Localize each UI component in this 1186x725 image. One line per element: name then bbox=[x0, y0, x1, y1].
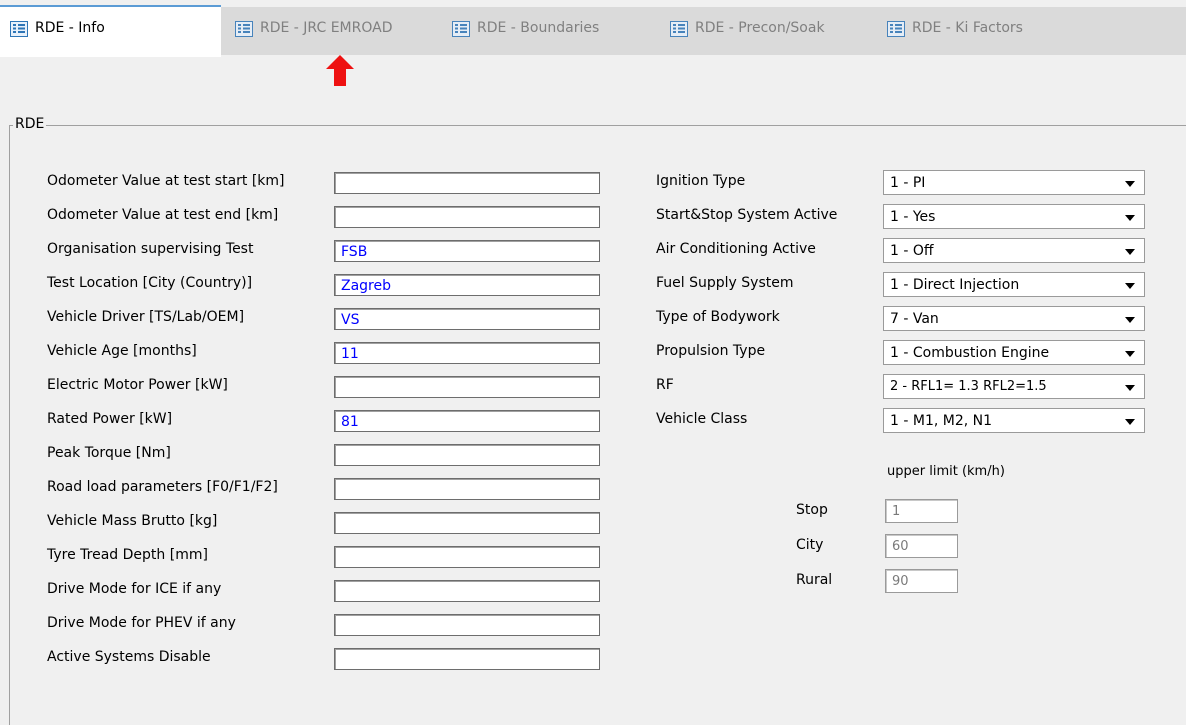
vehicle-age-label: Vehicle Age [months] bbox=[47, 343, 197, 359]
tab-rde-boundaries[interactable]: RDE - Boundaries bbox=[452, 8, 662, 55]
form-icon bbox=[235, 21, 253, 37]
bodywork-select[interactable]: 7 - Van bbox=[883, 306, 1145, 331]
ignition-type-select[interactable]: 1 - PI bbox=[883, 170, 1145, 195]
test-location-label: Test Location [City (Country)] bbox=[47, 275, 253, 291]
tab-rde-jrc-emroad[interactable]: RDE - JRC EMROAD bbox=[235, 8, 445, 55]
tab-rde-ki-factors[interactable]: RDE - Ki Factors bbox=[887, 8, 1097, 55]
chevron-down-icon bbox=[1125, 249, 1135, 255]
rated-power-input[interactable]: 81 bbox=[334, 410, 600, 432]
tab-label: RDE - Boundaries bbox=[477, 20, 600, 36]
red-arrow-up-icon bbox=[326, 55, 354, 86]
form-icon bbox=[887, 21, 905, 37]
drive-mode-phev-label: Drive Mode for PHEV if any bbox=[47, 615, 236, 631]
chevron-down-icon bbox=[1125, 283, 1135, 289]
active-systems-label: Active Systems Disable bbox=[47, 649, 211, 665]
chevron-down-icon bbox=[1125, 351, 1135, 357]
vehicle-mass-label: Vehicle Mass Brutto [kg] bbox=[47, 513, 218, 529]
form-icon bbox=[452, 21, 470, 37]
drive-mode-ice-label: Drive Mode for ICE if any bbox=[47, 581, 222, 597]
odometer-start-label: Odometer Value at test start [km] bbox=[47, 173, 285, 189]
propulsion-value: 1 - Combustion Engine bbox=[890, 345, 1050, 361]
vehicle-mass-input[interactable] bbox=[334, 512, 600, 534]
bodywork-value: 7 - Van bbox=[890, 311, 939, 327]
tab-rde-precon-soak[interactable]: RDE - Precon/Soak bbox=[670, 8, 880, 55]
rural-label: Rural bbox=[796, 572, 833, 588]
vehicle-class-value: 1 - M1, M2, N1 bbox=[890, 413, 993, 429]
air-conditioning-label: Air Conditioning Active bbox=[656, 241, 816, 257]
vehicle-driver-label: Vehicle Driver [TS/Lab/OEM] bbox=[47, 309, 245, 325]
road-load-label: Road load parameters [F0/F1/F2] bbox=[47, 479, 278, 495]
tab-bar: RDE - Info RDE - JRC EMROAD RDE - Bounda… bbox=[0, 0, 1186, 60]
tyre-depth-label: Tyre Tread Depth [mm] bbox=[47, 547, 208, 563]
city-limit-input[interactable]: 60 bbox=[885, 534, 958, 558]
chevron-down-icon bbox=[1125, 385, 1135, 391]
form-icon bbox=[10, 21, 28, 37]
vehicle-driver-input[interactable]: VS bbox=[334, 308, 600, 330]
organisation-label: Organisation supervising Test bbox=[47, 241, 254, 257]
upper-limit-header: upper limit (km/h) bbox=[887, 464, 1005, 479]
chevron-down-icon bbox=[1125, 317, 1135, 323]
odometer-end-label: Odometer Value at test end [km] bbox=[47, 207, 279, 223]
odometer-end-input[interactable] bbox=[334, 206, 600, 228]
vehicle-class-select[interactable]: 1 - M1, M2, N1 bbox=[883, 408, 1145, 433]
stop-limit-input[interactable]: 1 bbox=[885, 499, 958, 523]
drive-mode-phev-input[interactable] bbox=[334, 614, 600, 636]
fuel-supply-label: Fuel Supply System bbox=[656, 275, 794, 291]
vehicle-class-label: Vehicle Class bbox=[656, 411, 748, 427]
city-label: City bbox=[796, 537, 824, 553]
tab-label: RDE - Precon/Soak bbox=[695, 20, 825, 36]
tab-label: RDE - JRC EMROAD bbox=[260, 20, 393, 36]
air-conditioning-select[interactable]: 1 - Off bbox=[883, 238, 1145, 263]
propulsion-label: Propulsion Type bbox=[656, 343, 766, 359]
fuel-supply-value: 1 - Direct Injection bbox=[890, 277, 1020, 293]
form-icon bbox=[670, 21, 688, 37]
rural-limit-input[interactable]: 90 bbox=[885, 569, 958, 593]
road-load-input[interactable] bbox=[334, 478, 600, 500]
electric-motor-power-label: Electric Motor Power [kW] bbox=[47, 377, 228, 393]
ignition-type-value: 1 - PI bbox=[890, 175, 926, 191]
air-conditioning-value: 1 - Off bbox=[890, 243, 934, 259]
vehicle-age-input[interactable]: 11 bbox=[334, 342, 600, 364]
active-systems-input[interactable] bbox=[334, 648, 600, 670]
peak-torque-input[interactable] bbox=[334, 444, 600, 466]
tab-label: RDE - Ki Factors bbox=[912, 20, 1023, 36]
rf-select[interactable]: 2 - RFL1= 1.3 RFL2=1.5 bbox=[883, 374, 1145, 399]
peak-torque-label: Peak Torque [Nm] bbox=[47, 445, 171, 461]
group-title: RDE bbox=[13, 116, 47, 132]
electric-motor-power-input[interactable] bbox=[334, 376, 600, 398]
organisation-input[interactable]: FSB bbox=[334, 240, 600, 262]
drive-mode-ice-input[interactable] bbox=[334, 580, 600, 602]
chevron-down-icon bbox=[1125, 419, 1135, 425]
chevron-down-icon bbox=[1125, 215, 1135, 221]
tab-rde-info[interactable]: RDE - Info bbox=[0, 5, 221, 57]
start-stop-value: 1 - Yes bbox=[890, 209, 936, 225]
rf-label: RF bbox=[656, 377, 674, 393]
chevron-down-icon bbox=[1125, 181, 1135, 187]
fuel-supply-select[interactable]: 1 - Direct Injection bbox=[883, 272, 1145, 297]
start-stop-select[interactable]: 1 - Yes bbox=[883, 204, 1145, 229]
rated-power-label: Rated Power [kW] bbox=[47, 411, 173, 427]
test-location-input[interactable]: Zagreb bbox=[334, 274, 600, 296]
ignition-type-label: Ignition Type bbox=[656, 173, 746, 189]
tab-label: RDE - Info bbox=[35, 20, 105, 36]
bodywork-label: Type of Bodywork bbox=[656, 309, 780, 325]
tyre-depth-input[interactable] bbox=[334, 546, 600, 568]
stop-label: Stop bbox=[796, 502, 828, 518]
propulsion-select[interactable]: 1 - Combustion Engine bbox=[883, 340, 1145, 365]
start-stop-label: Start&Stop System Active bbox=[656, 207, 838, 223]
odometer-start-input[interactable] bbox=[334, 172, 600, 194]
rf-value: 2 - RFL1= 1.3 RFL2=1.5 bbox=[890, 379, 1047, 394]
